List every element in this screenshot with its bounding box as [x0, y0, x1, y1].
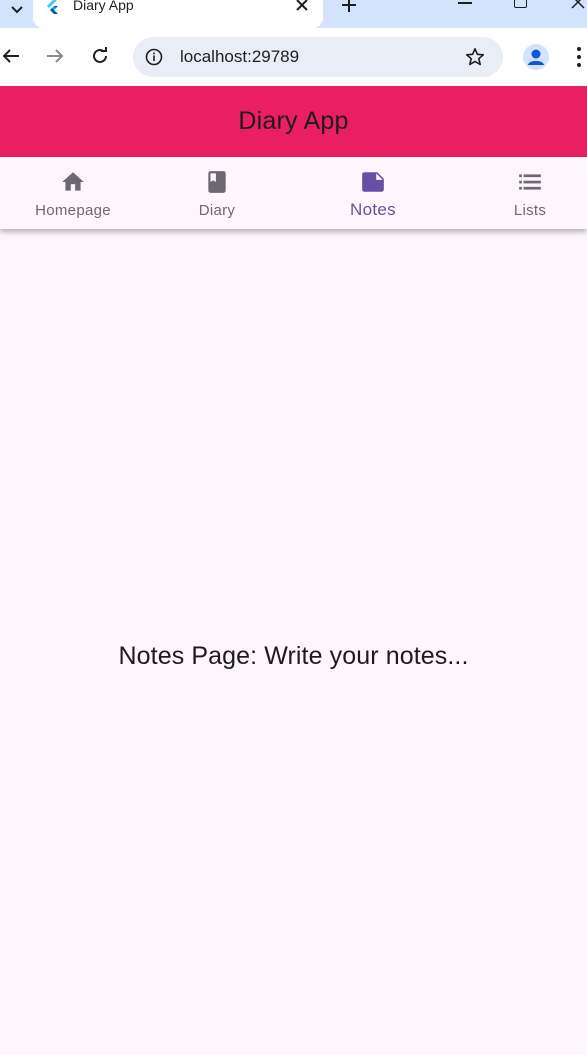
tab-diary[interactable]: Diary — [144, 157, 290, 229]
home-icon — [62, 172, 84, 191]
app-bar: Diary App — [0, 86, 587, 157]
address-bar[interactable]: localhost:29789 — [133, 37, 503, 77]
app-title: Diary App — [238, 107, 349, 135]
maximize-window-icon[interactable] — [514, 0, 527, 8]
tab-label: Notes — [350, 200, 396, 219]
tab-search-chevron-icon[interactable] — [0, 0, 33, 20]
tab-label: Lists — [513, 202, 547, 219]
close-tab-icon[interactable] — [295, 0, 309, 12]
browser-tab[interactable]: Diary App — [33, 0, 323, 28]
close-window-icon[interactable] — [569, 0, 587, 10]
tab-lists[interactable]: Lists — [457, 157, 587, 229]
note-icon — [362, 172, 384, 192]
tab-notes[interactable]: Notes — [300, 157, 446, 229]
flutter-logo-icon — [47, 0, 58, 14]
notes-page: Notes Page: Write your notes... — [0, 229, 587, 1055]
tab-homepage[interactable]: Homepage — [0, 157, 146, 229]
browser-toolbar: localhost:29789 — [0, 28, 587, 86]
tab-label: Diary — [198, 202, 236, 219]
forward-arrow-icon[interactable] — [44, 45, 66, 67]
browser-tab-strip: Diary App — [0, 0, 587, 28]
back-arrow-icon[interactable] — [0, 45, 22, 67]
list-icon — [519, 174, 541, 190]
book-icon — [208, 171, 226, 193]
tab-label: Homepage — [35, 202, 111, 219]
more-menu-icon[interactable] — [576, 46, 582, 68]
reload-icon[interactable] — [89, 45, 111, 67]
bookmark-star-icon[interactable] — [465, 47, 485, 67]
tab-bar: Homepage Diary Notes Lists — [0, 157, 587, 229]
page-message: Notes Page: Write your notes... — [118, 642, 469, 670]
site-info-icon[interactable] — [145, 48, 163, 66]
url-text: localhost:29789 — [180, 47, 300, 66]
browser-tab-title: Diary App — [73, 0, 134, 13]
minimize-window-icon[interactable] — [458, 2, 472, 4]
profile-icon[interactable] — [523, 44, 549, 70]
new-tab-icon[interactable] — [340, 0, 358, 14]
